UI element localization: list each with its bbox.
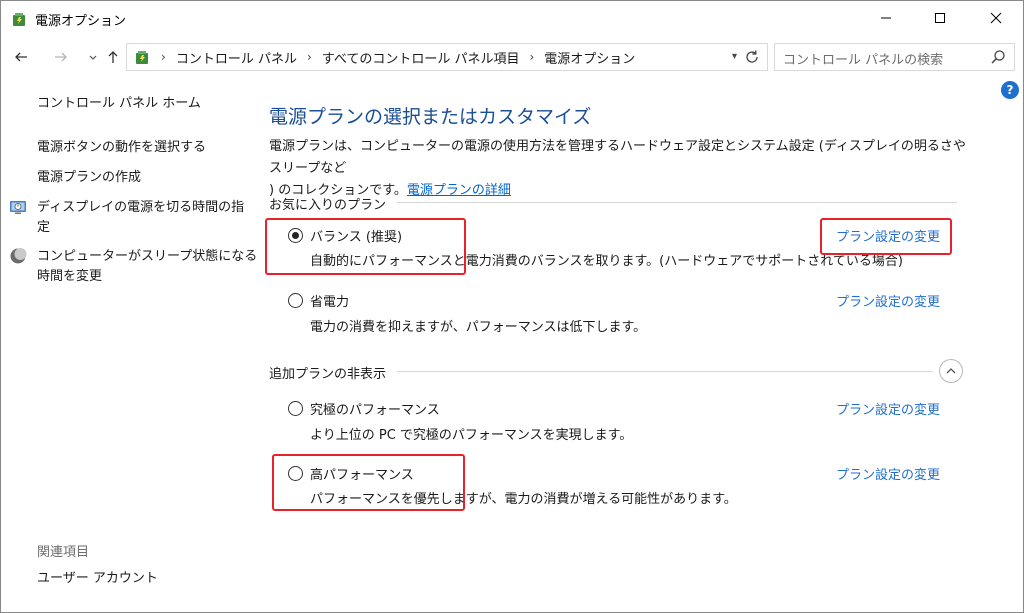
power-options-icon bbox=[136, 51, 148, 64]
display-off-time-line2: 定 bbox=[37, 220, 51, 235]
sleep-time-link[interactable]: コンピューターがスリープ状態になる 時間を変更 bbox=[37, 247, 257, 287]
plan-name-ultimate-performance[interactable]: 究極のパフォーマンス bbox=[310, 399, 440, 418]
plan-desc-power-saver: 電力の消費を抑えますが、パフォーマンスは低下します。 bbox=[310, 320, 647, 335]
address-bar[interactable]: › コントロール パネル › すべてのコントロール パネル項目 › 電源オプショ… bbox=[126, 43, 768, 71]
hidden-plans-heading: 追加プランの非表示 bbox=[269, 367, 387, 382]
sleep-moon-icon bbox=[10, 248, 27, 264]
sleep-time-line1: コンピューターがスリープ状態になる bbox=[37, 249, 258, 264]
chevron-up-icon bbox=[946, 368, 956, 374]
search-input[interactable]: コントロール パネルの検索 bbox=[783, 49, 943, 68]
back-button[interactable] bbox=[9, 45, 33, 69]
chevron-down-icon bbox=[89, 55, 97, 60]
maximize-button[interactable] bbox=[917, 1, 963, 35]
plan-name-power-saver[interactable]: 省電力 bbox=[310, 291, 349, 310]
arrow-up-icon bbox=[108, 51, 118, 63]
create-power-plan-link[interactable]: 電源プランの作成 bbox=[37, 168, 141, 188]
chevron-right-icon[interactable]: › bbox=[307, 50, 312, 64]
highlight-box bbox=[272, 454, 465, 511]
chevron-right-icon[interactable]: › bbox=[161, 50, 166, 64]
collapse-hidden-plans-button[interactable] bbox=[939, 359, 963, 383]
title-bar: 電源オプション bbox=[1, 1, 1023, 35]
minimize-button[interactable] bbox=[863, 1, 909, 35]
maximize-icon bbox=[935, 13, 945, 23]
window-title: 電源オプション bbox=[35, 14, 127, 29]
page-description: 電源プランは、コンピューターの電源の使用方法を管理するハードウェア設定とシステム… bbox=[269, 136, 969, 202]
help-button[interactable]: ? bbox=[1001, 81, 1019, 99]
close-icon bbox=[990, 12, 1002, 24]
change-plan-settings-power-saver[interactable]: プラン設定の変更 bbox=[836, 291, 940, 310]
arrow-left-icon bbox=[15, 52, 27, 62]
favorite-plans-heading: お気に入りのプラン bbox=[269, 198, 387, 213]
related-items-heading: 関連項目 bbox=[37, 545, 90, 560]
description-line1: 電源プランは、コンピューターの電源の使用方法を管理するハードウェア設定とシステム… bbox=[269, 139, 966, 176]
minimize-icon bbox=[881, 17, 891, 19]
forward-button[interactable] bbox=[49, 45, 73, 69]
close-button[interactable] bbox=[973, 1, 1019, 35]
address-dropdown-icon[interactable]: ▾ bbox=[732, 51, 737, 62]
power-options-icon bbox=[13, 13, 25, 26]
refresh-icon[interactable] bbox=[743, 48, 761, 66]
search-icon[interactable] bbox=[990, 49, 1006, 65]
sleep-time-line2: 時間を変更 bbox=[37, 269, 103, 284]
power-options-window: 電源オプション › コントロール パネル › すべてのコントロール パネル項目 … bbox=[0, 0, 1024, 613]
section-divider bbox=[397, 371, 933, 372]
display-off-time-link[interactable]: ディスプレイの電源を切る時間の指 定 bbox=[37, 198, 244, 238]
search-box[interactable]: コントロール パネルの検索 bbox=[774, 43, 1015, 71]
chevron-right-icon[interactable]: › bbox=[529, 50, 534, 64]
change-plan-settings-ultimate[interactable]: プラン設定の変更 bbox=[836, 399, 940, 418]
display-clock-icon bbox=[10, 201, 26, 214]
navigation-bar: › コントロール パネル › すべてのコントロール パネル項目 › 電源オプショ… bbox=[1, 39, 1023, 75]
breadcrumb-control-panel[interactable]: コントロール パネル bbox=[176, 48, 297, 67]
breadcrumb-power-options[interactable]: 電源オプション bbox=[544, 48, 635, 67]
plan-desc-ultimate-performance: より上位の PC で究極のパフォーマンスを実現します。 bbox=[310, 428, 633, 443]
choose-power-button-link[interactable]: 電源ボタンの動作を選択する bbox=[37, 138, 206, 158]
radio-power-saver[interactable] bbox=[288, 293, 303, 308]
arrow-right-icon bbox=[55, 52, 67, 62]
page-title: 電源プランの選択またはカスタマイズ bbox=[269, 106, 592, 128]
power-plan-details-link[interactable]: 電源プランの詳細 bbox=[407, 183, 511, 198]
breadcrumb-all-items[interactable]: すべてのコントロール パネル項目 bbox=[322, 48, 520, 67]
highlight-box bbox=[265, 218, 466, 275]
control-panel-home-link[interactable]: コントロール パネル ホーム bbox=[37, 94, 201, 114]
display-off-time-line1: ディスプレイの電源を切る時間の指 bbox=[37, 200, 245, 215]
highlight-box bbox=[820, 218, 952, 255]
section-divider bbox=[397, 202, 957, 203]
user-accounts-link[interactable]: ユーザー アカウント bbox=[37, 569, 158, 589]
radio-ultimate-performance[interactable] bbox=[288, 401, 303, 416]
up-button[interactable] bbox=[101, 45, 125, 69]
change-plan-settings-high-performance[interactable]: プラン設定の変更 bbox=[836, 464, 940, 483]
